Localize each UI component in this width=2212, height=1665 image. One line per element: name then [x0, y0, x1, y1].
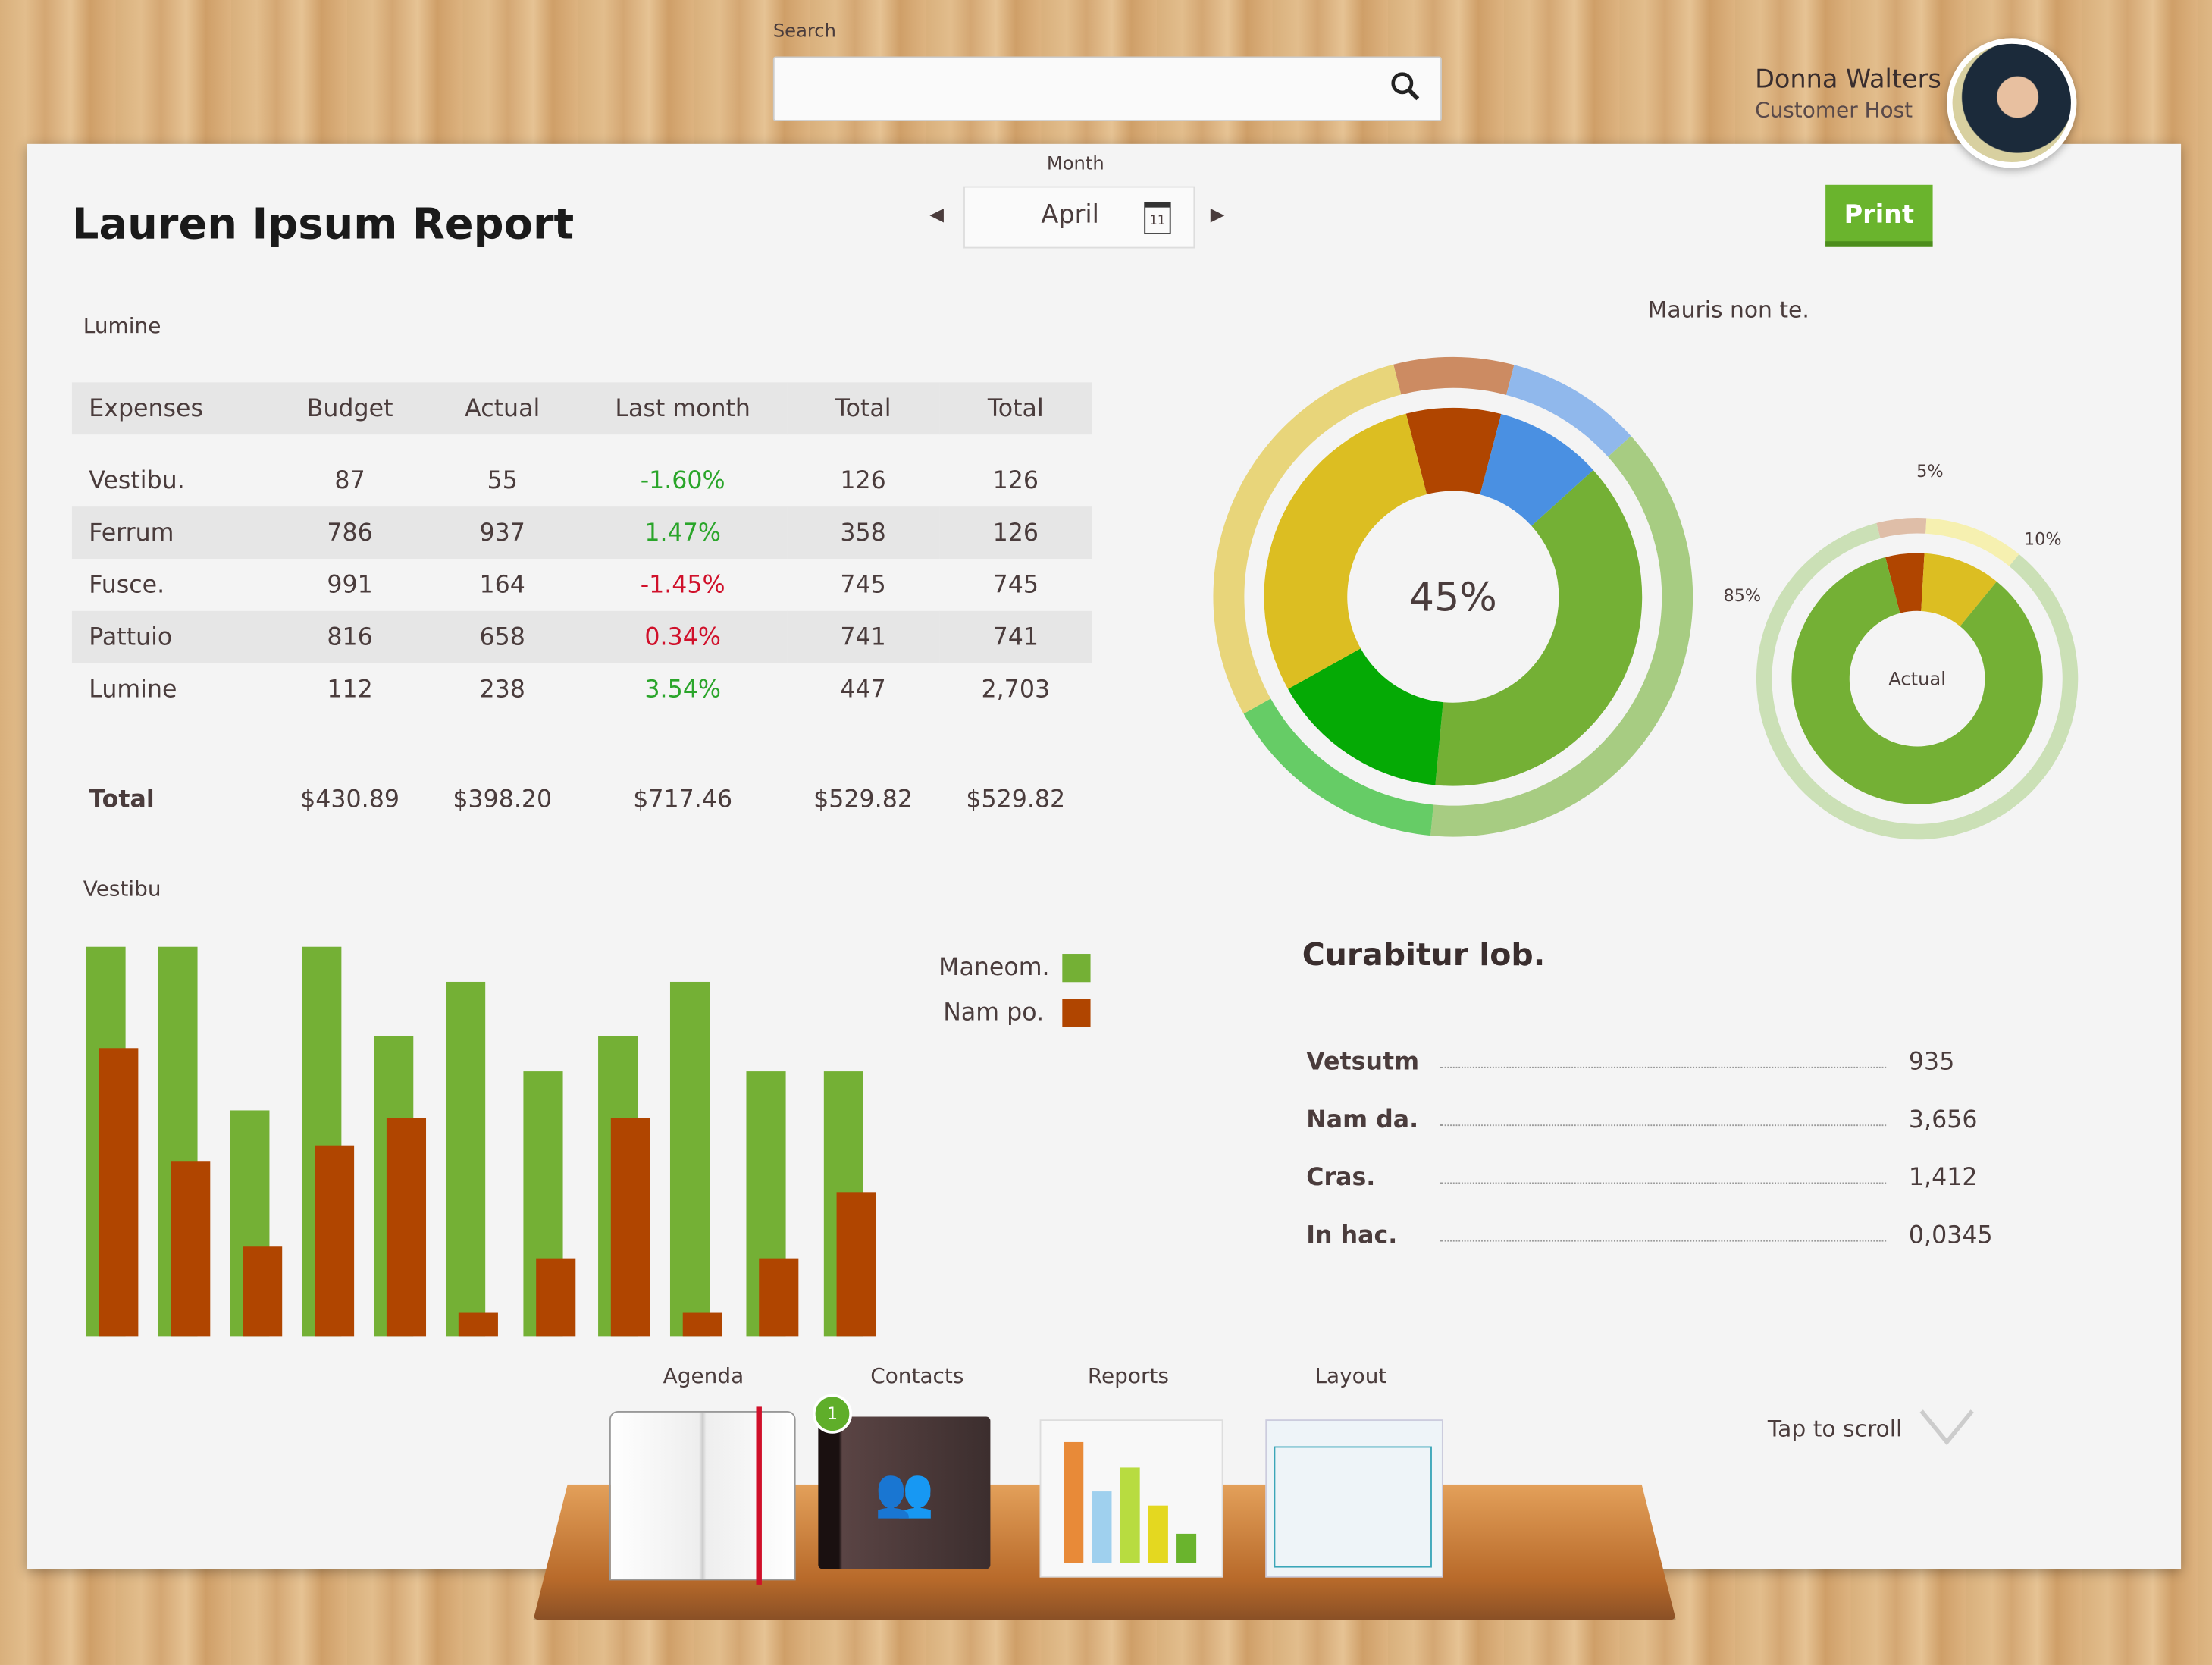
- bar-maneom[interactable]: [446, 981, 486, 1337]
- contacts-app-icon[interactable]: 👥: [818, 1416, 991, 1569]
- stat-label: Vetsutm: [1306, 1048, 1420, 1077]
- app-screen: Search Donna Walters Customer Host Laure…: [0, 0, 2212, 1665]
- bar-nam-po[interactable]: [610, 1118, 650, 1337]
- bar-nam-po[interactable]: [99, 1048, 139, 1337]
- bar-nam-po[interactable]: [171, 1161, 211, 1337]
- bar-nam-po[interactable]: [315, 1145, 355, 1337]
- legend-label: Nam po.: [943, 999, 1045, 1027]
- agenda-app-icon[interactable]: [609, 1406, 796, 1585]
- dotted-leader: [1440, 1240, 1887, 1242]
- people-icon: 👥: [874, 1464, 935, 1522]
- bar-nam-po[interactable]: [458, 1312, 498, 1337]
- bar-nam-po[interactable]: [682, 1312, 722, 1337]
- stat-value: 3,656: [1908, 1106, 1978, 1135]
- bar-nam-po[interactable]: [243, 1246, 283, 1337]
- stat-value: 0,0345: [1908, 1221, 1993, 1250]
- donut-title: Mauris non te.: [1647, 296, 1809, 324]
- bar-maneom[interactable]: [669, 981, 710, 1337]
- bar-nam-po[interactable]: [836, 1192, 876, 1337]
- bar-nam-po[interactable]: [759, 1258, 799, 1337]
- stat-label: Cras.: [1306, 1164, 1376, 1193]
- dock-label: Agenda: [663, 1362, 744, 1389]
- dock-label: Reports: [1087, 1362, 1169, 1389]
- calendar-icon[interactable]: 11: [1144, 202, 1171, 234]
- reports-app-icon[interactable]: [1039, 1419, 1223, 1578]
- scroll-hint[interactable]: Tap to scroll: [1768, 1416, 1902, 1442]
- dotted-leader: [1440, 1124, 1887, 1127]
- notification-badge: 1: [812, 1394, 853, 1434]
- dock-label: Contacts: [870, 1362, 964, 1389]
- print-button[interactable]: Print: [1825, 184, 1933, 247]
- user-name: Donna Walters: [1755, 64, 1941, 95]
- dotted-leader: [1440, 1182, 1887, 1184]
- legend-label: Maneom.: [938, 954, 1050, 983]
- chevron-down-icon[interactable]: [1919, 1408, 1975, 1445]
- layout-app-icon[interactable]: [1265, 1419, 1443, 1578]
- next-month-button[interactable]: ▶: [1211, 205, 1225, 226]
- user-role: Customer Host: [1755, 97, 1913, 123]
- stat-value: 1,412: [1908, 1164, 1978, 1193]
- stat-value: 935: [1908, 1048, 1955, 1077]
- dotted-leader: [1440, 1066, 1887, 1068]
- bar-chart: [86, 946, 876, 1337]
- bar-nam-po[interactable]: [536, 1258, 576, 1337]
- bar-nam-po[interactable]: [386, 1118, 427, 1337]
- avatar[interactable]: [1947, 38, 2077, 168]
- stats-title: Curabitur lob.: [1302, 938, 1546, 974]
- dock-label: Layout: [1314, 1362, 1387, 1389]
- stat-label: Nam da.: [1306, 1106, 1419, 1135]
- legend-swatch: [1062, 954, 1091, 983]
- stat-label: In hac.: [1306, 1221, 1398, 1250]
- search-icon[interactable]: [1390, 71, 1421, 102]
- legend-swatch: [1062, 999, 1091, 1027]
